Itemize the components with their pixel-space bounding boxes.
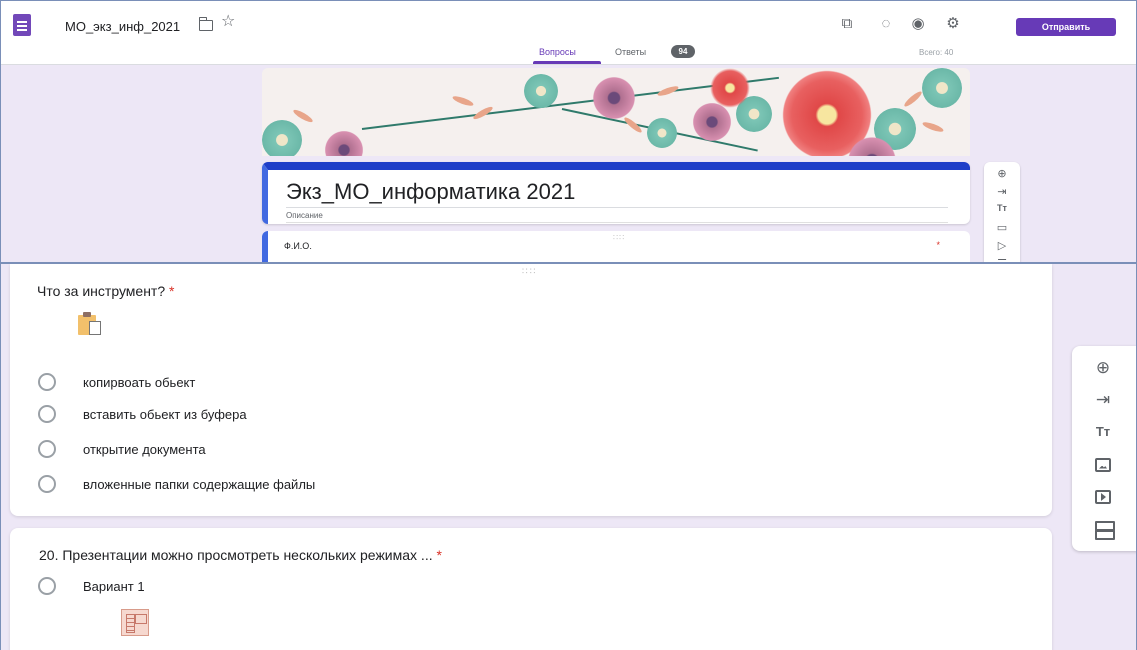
clipboard-paste-icon [78, 312, 102, 335]
radio-button[interactable] [38, 373, 56, 391]
bottom-screenshot: ∷∷ Что за инструмент? * копирвоать обьек… [0, 263, 1137, 650]
addon-icon[interactable]: ⧉ [837, 14, 857, 34]
fio-question-title: Ф.И.О. [284, 241, 312, 251]
form-title-card[interactable]: Экз_МО_информатика 2021 Описание [262, 162, 970, 224]
header-banner-image [262, 68, 970, 156]
form-header: МО_экз_инф_2021 ☆ ⧉ ◌ ◉ ⚙ Отправить Вопр… [1, 1, 1136, 65]
radio-button[interactable] [38, 405, 56, 423]
radio-button[interactable] [38, 577, 56, 595]
folder-icon[interactable] [198, 17, 213, 31]
form-description[interactable]: Описание [286, 211, 323, 220]
question-card-instrument[interactable]: ∷∷ Что за инструмент? * копирвоать обьек… [10, 264, 1052, 516]
send-button[interactable]: Отправить [1016, 18, 1116, 36]
add-image-icon[interactable]: ▭ [993, 221, 1011, 234]
add-video-icon[interactable] [1091, 484, 1115, 508]
question-title-text: Что за инструмент? [37, 283, 166, 299]
import-questions-icon[interactable]: ⇥ [1091, 388, 1115, 412]
option-label: копирвоать обьект [83, 375, 196, 390]
question-card-fio[interactable]: ∷∷ Ф.И.О. * [262, 231, 970, 262]
description-divider [286, 222, 948, 223]
option-label: Вариант 1 [83, 579, 145, 594]
option-label: открытие документа [83, 442, 206, 457]
settings-icon[interactable]: ⚙ [943, 14, 963, 34]
drag-handle-icon[interactable]: ∷∷ [522, 266, 537, 277]
add-title-icon[interactable]: Tт [993, 203, 1011, 213]
title-divider [286, 207, 948, 208]
add-video-icon[interactable]: ▷ [993, 239, 1011, 252]
document-title[interactable]: МО_экз_инф_2021 [65, 19, 180, 34]
import-questions-icon[interactable]: ⇥ [993, 185, 1011, 198]
star-icon[interactable]: ☆ [221, 14, 235, 30]
active-tab-indicator [533, 61, 601, 64]
responses-count-badge: 94 [671, 45, 695, 58]
drag-handle-icon[interactable]: ∷∷ [613, 233, 625, 242]
palette-icon[interactable]: ◌ [876, 14, 896, 34]
form-title[interactable]: Экз_МО_информатика 2021 [286, 179, 575, 205]
question-card-presentation[interactable]: 20. Презентации можно просмотреть нескол… [10, 528, 1052, 650]
radio-button[interactable] [38, 440, 56, 458]
option-label: вложенные папки содержащие файлы [83, 477, 316, 492]
question-title: Что за инструмент? * [37, 283, 174, 299]
total-points-label: Всего: 40 [919, 48, 954, 57]
add-section-icon[interactable] [1091, 516, 1115, 540]
top-screenshot: МО_экз_инф_2021 ☆ ⧉ ◌ ◉ ⚙ Отправить Вопр… [0, 0, 1137, 263]
question-title-text: 20. Презентации можно просмотреть нескол… [39, 547, 433, 563]
floating-toolbar: ⊕ ⇥ Tт [1072, 346, 1136, 551]
slide-sorter-icon [121, 609, 149, 636]
tab-questions[interactable]: Вопросы [539, 47, 576, 57]
add-question-icon[interactable]: ⊕ [993, 167, 1011, 180]
required-marker: * [169, 283, 175, 299]
tab-responses[interactable]: Ответы [615, 47, 646, 57]
radio-button[interactable] [38, 475, 56, 493]
add-title-icon[interactable]: Tт [1091, 420, 1115, 444]
preview-icon[interactable]: ◉ [908, 14, 928, 34]
add-image-icon[interactable] [1091, 452, 1115, 476]
question-title: 20. Презентации можно просмотреть нескол… [39, 547, 442, 563]
forms-logo-icon[interactable] [13, 14, 31, 36]
required-marker: * [436, 547, 442, 563]
required-marker: * [936, 240, 940, 250]
add-question-icon[interactable]: ⊕ [1091, 356, 1115, 380]
floating-toolbar-small: ⊕ ⇥ Tт ▭ ▷ ☰ [984, 162, 1020, 262]
option-label: вставить обьект из буфера [83, 407, 247, 422]
